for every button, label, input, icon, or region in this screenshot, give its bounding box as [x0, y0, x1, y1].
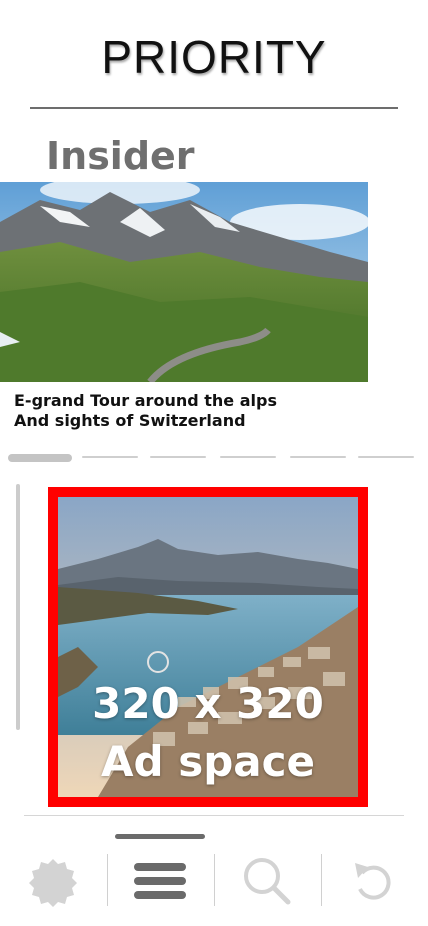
tab-refresh[interactable]	[321, 848, 427, 914]
refresh-icon	[355, 863, 391, 900]
hero-caption-line-2: And sights of Switzerland	[14, 411, 246, 430]
content-divider	[24, 815, 404, 816]
header-divider	[30, 107, 398, 109]
home-grabber[interactable]	[115, 834, 205, 839]
section-title: Insider	[46, 134, 195, 178]
hero-image[interactable]	[0, 182, 368, 382]
menu-icon	[134, 863, 186, 899]
tab-menu[interactable]	[107, 848, 213, 914]
bottom-tab-bar	[0, 848, 428, 914]
badge-icon	[29, 859, 77, 907]
page-dot-4[interactable]	[220, 456, 276, 458]
tab-badge[interactable]	[0, 848, 106, 914]
vertical-scrollbar[interactable]	[16, 484, 20, 730]
ad-placeholder-text: 320 x 320 Ad space	[58, 675, 358, 791]
hero-caption[interactable]: E-grand Tour around the alps And sights …	[14, 391, 277, 431]
page-dot-1[interactable]	[8, 454, 72, 462]
app-header: PRIORITY	[0, 0, 428, 110]
search-icon	[244, 858, 291, 905]
carousel-page-indicator[interactable]	[8, 452, 420, 464]
ad-banner[interactable]: 320 x 320 Ad space	[48, 487, 368, 807]
hero-caption-line-1: E-grand Tour around the alps	[14, 391, 277, 410]
ad-size-label: 320 x 320	[92, 679, 324, 728]
ad-space-label: Ad space	[101, 737, 315, 786]
page-dot-6[interactable]	[358, 456, 414, 458]
page-dot-2[interactable]	[82, 456, 138, 458]
brand-logo[interactable]: PRIORITY	[0, 30, 428, 84]
page-dot-3[interactable]	[150, 456, 206, 458]
page-dot-5[interactable]	[290, 456, 346, 458]
alps-landscape-image	[0, 182, 368, 382]
tab-search[interactable]	[214, 848, 320, 914]
